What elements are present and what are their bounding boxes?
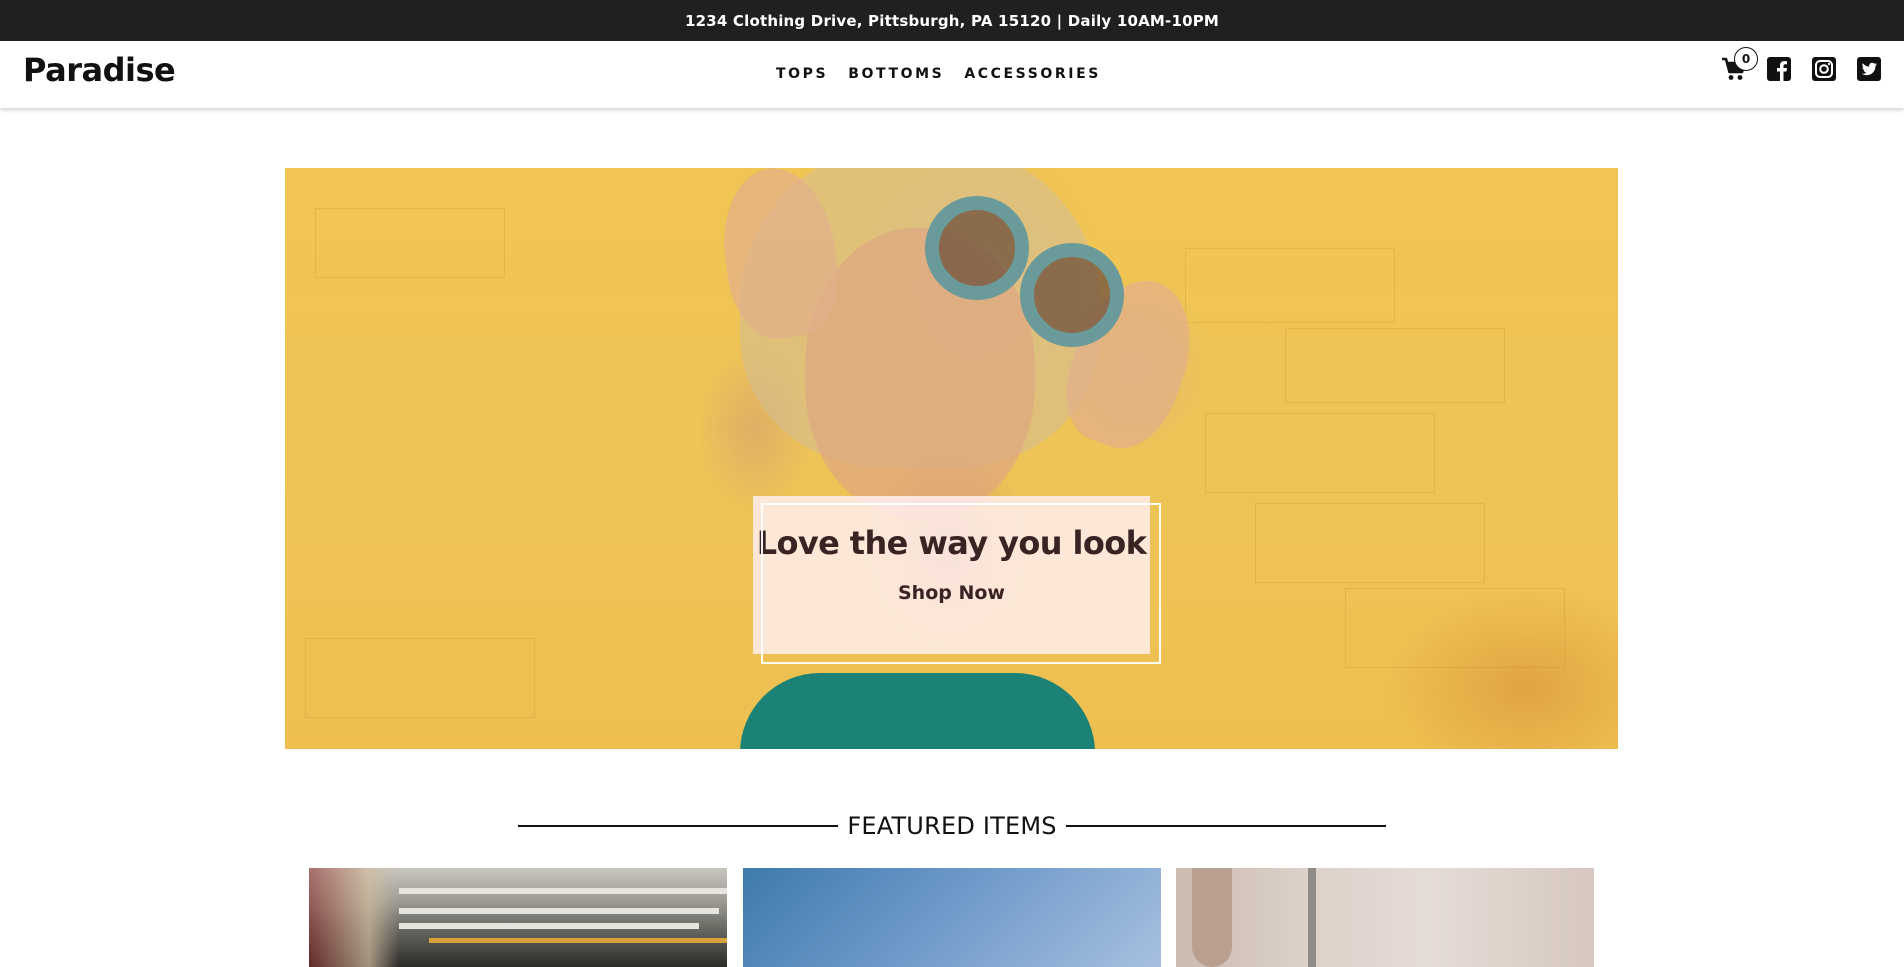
brand-logo[interactable]: Paradise xyxy=(23,51,176,89)
product-image-detail xyxy=(429,938,727,943)
header-icons: 0 xyxy=(1721,47,1882,83)
sunglasses-right-lens xyxy=(1020,243,1124,347)
featured-items-heading: FEATURED ITEMS xyxy=(518,810,1386,842)
cart-button[interactable]: 0 xyxy=(1721,47,1758,83)
instagram-icon xyxy=(1812,57,1836,81)
nav-link-tops[interactable]: TOPS xyxy=(776,66,828,82)
facebook-link[interactable] xyxy=(1766,55,1792,83)
twitter-link[interactable] xyxy=(1856,55,1882,83)
wall-brick xyxy=(1345,588,1565,668)
wall-brick xyxy=(305,638,535,718)
product-image-detail xyxy=(1308,868,1316,967)
hero-callout-outline xyxy=(761,503,1161,664)
nav-link-bottoms[interactable]: BOTTOMS xyxy=(848,66,944,82)
wall-brick xyxy=(1255,503,1485,583)
wall-brick xyxy=(1285,328,1505,403)
announcement-bar: 1234 Clothing Drive, Pittsburgh, PA 1512… xyxy=(0,0,1904,41)
featured-product-card[interactable] xyxy=(743,868,1161,967)
facebook-icon xyxy=(1767,57,1791,81)
divider-line xyxy=(1066,825,1386,827)
product-image-detail xyxy=(1192,868,1232,967)
twitter-icon xyxy=(1857,57,1881,81)
hero-model-top xyxy=(740,673,1095,749)
wall-brick xyxy=(1205,413,1435,493)
store-address-hours: 1234 Clothing Drive, Pittsburgh, PA 1512… xyxy=(684,11,1220,30)
featured-product-card[interactable] xyxy=(1176,868,1594,967)
divider-line xyxy=(518,825,838,827)
nav-link-accessories[interactable]: ACCESSORIES xyxy=(964,66,1101,82)
product-image-detail xyxy=(399,923,699,929)
featured-items-title: FEATURED ITEMS xyxy=(847,812,1057,840)
cart-count-badge: 0 xyxy=(1734,47,1758,71)
product-image-detail xyxy=(399,888,727,894)
main-nav: TOPS BOTTOMS ACCESSORIES xyxy=(776,66,1101,82)
sunglasses-left-lens xyxy=(925,196,1029,300)
product-image-detail xyxy=(399,908,719,914)
wall-brick xyxy=(1185,248,1395,323)
hero-banner: Love the way you look Shop Now xyxy=(285,168,1618,749)
instagram-link[interactable] xyxy=(1811,55,1837,83)
site-header: Paradise TOPS BOTTOMS ACCESSORIES 0 xyxy=(0,41,1904,108)
featured-product-card[interactable] xyxy=(309,868,727,967)
wall-brick xyxy=(315,208,505,278)
